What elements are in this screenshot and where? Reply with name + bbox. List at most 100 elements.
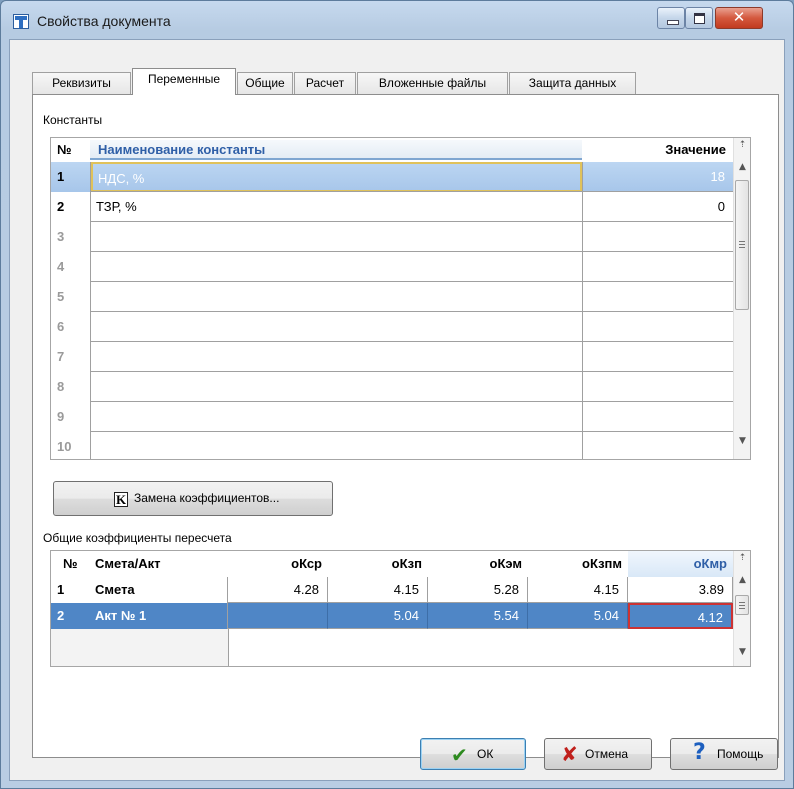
- row-number: 2: [57, 199, 65, 214]
- scroll-down-icon[interactable]: ▼: [734, 647, 750, 657]
- minimize-button[interactable]: [657, 7, 685, 29]
- constant-value-cell[interactable]: [583, 222, 733, 252]
- constant-name-cell[interactable]: [91, 282, 582, 312]
- constant-name-cell[interactable]: НДС, %: [91, 162, 582, 192]
- coefficient-value-cell[interactable]: [228, 603, 328, 629]
- col-header-smeta-akt[interactable]: Смета/Акт: [89, 551, 228, 577]
- col-header-okzpm[interactable]: оКзпм: [528, 551, 628, 577]
- close-button[interactable]: ✕: [715, 7, 763, 29]
- constant-name-cell[interactable]: ТЗР, %: [91, 192, 582, 222]
- coefficient-value-cell[interactable]: 5.04: [328, 603, 428, 629]
- constant-value-cell[interactable]: [583, 372, 733, 402]
- coefficient-value-cell[interactable]: 5.54: [428, 603, 528, 629]
- estimate-name-cell[interactable]: Акт № 1: [89, 603, 228, 629]
- tab-zashchita-dannyh[interactable]: Защита данных: [509, 72, 636, 94]
- col-header-name[interactable]: Наименование константы: [90, 140, 582, 160]
- row-number: 8: [57, 379, 65, 394]
- constants-vscrollbar[interactable]: ⇡ ▲ ▼: [733, 138, 750, 459]
- coefficient-value-cell[interactable]: 5.04: [528, 603, 628, 629]
- tab-obshchie[interactable]: Общие: [237, 72, 293, 94]
- constant-value-cell[interactable]: [583, 252, 733, 282]
- col-header-okzp[interactable]: оКзп: [328, 551, 428, 577]
- col-header-value[interactable]: Значение: [582, 142, 732, 162]
- tab-panel-peremennye: Константы № Наименование константы Значе…: [32, 94, 779, 758]
- col-header-okem[interactable]: оКэм: [428, 551, 528, 577]
- constants-row[interactable]: 2 ТЗР, % 0: [51, 192, 733, 222]
- constants-group-label: Константы: [43, 113, 103, 127]
- constant-value-cell[interactable]: 18: [583, 162, 733, 192]
- constant-value-cell[interactable]: [583, 432, 733, 459]
- cancel-x-icon: ✘: [561, 742, 578, 766]
- coefficient-value-cell[interactable]: 4.12: [628, 603, 733, 629]
- title-bar[interactable]: Свойства документа ✕: [1, 1, 793, 39]
- scroll-down-icon[interactable]: ▼: [734, 436, 750, 446]
- replace-coefficients-label: Замена коэффициентов...: [134, 491, 280, 505]
- constants-grid[interactable]: № Наименование константы Значение 1 НДС, …: [50, 137, 751, 460]
- constants-row[interactable]: 4: [51, 252, 733, 282]
- coefficients-row[interactable]: 2 Акт № 1 5.04 5.54 5.04 4.12: [51, 603, 733, 629]
- row-number: 7: [57, 349, 65, 364]
- replace-coefficients-button[interactable]: K Замена коэффициентов...: [53, 481, 333, 516]
- constants-row[interactable]: 7: [51, 342, 733, 372]
- scroll-up-icon[interactable]: ▲: [734, 575, 750, 585]
- coefficients-group-label: Общие коэффициенты пересчета: [43, 531, 232, 545]
- constant-name-cell[interactable]: [91, 312, 582, 342]
- row-number: 1: [57, 582, 65, 597]
- coefficients-scroll-thumb[interactable]: [735, 595, 749, 615]
- coefficient-value-cell[interactable]: 4.28: [228, 577, 328, 603]
- close-icon: ✕: [732, 8, 746, 26]
- col-header-num[interactable]: №: [57, 142, 87, 162]
- constants-row[interactable]: 10: [51, 432, 733, 459]
- constant-value-cell[interactable]: [583, 282, 733, 312]
- col-header-okcr[interactable]: оКср: [228, 551, 328, 577]
- col-header-okmr[interactable]: оКмр: [628, 551, 733, 577]
- row-number: 3: [57, 229, 65, 244]
- constants-row[interactable]: 9: [51, 402, 733, 432]
- ok-button[interactable]: ✔ ОК: [420, 738, 526, 770]
- constants-scroll-thumb[interactable]: [735, 180, 749, 310]
- constants-row[interactable]: 3: [51, 222, 733, 252]
- constant-name-cell[interactable]: [91, 432, 582, 459]
- minimize-icon: [667, 20, 679, 25]
- constant-name-cell[interactable]: [91, 222, 582, 252]
- maximize-icon: [694, 13, 705, 24]
- constant-name-cell[interactable]: [91, 252, 582, 282]
- row-number: 4: [57, 259, 65, 274]
- tab-raschet[interactable]: Расчет: [294, 72, 356, 94]
- coefficients-vscrollbar[interactable]: ⇡ ▲ ▼: [733, 551, 750, 666]
- cancel-label: Отмена: [585, 747, 629, 761]
- coefficient-value-cell[interactable]: 4.15: [528, 577, 628, 603]
- coefficients-grid[interactable]: № Смета/Акт оКср оКзп оКэм оКзпм оКмр 1 Смета 4.…: [50, 550, 751, 667]
- coefficient-value-cell[interactable]: 5.28: [428, 577, 528, 603]
- constant-name-cell[interactable]: [91, 342, 582, 372]
- row-number: 6: [57, 319, 65, 334]
- constants-row[interactable]: 1 НДС, % 18: [51, 162, 733, 192]
- scroll-top-icon[interactable]: ⇡: [734, 553, 750, 563]
- constant-name-cell[interactable]: [91, 402, 582, 432]
- tab-peremennye[interactable]: Переменные: [132, 68, 236, 95]
- coefficient-value-cell[interactable]: 4.15: [328, 577, 428, 603]
- scroll-up-icon[interactable]: ▲: [734, 162, 750, 172]
- col-header-num[interactable]: №: [57, 551, 87, 577]
- window-title: Свойства документа: [37, 13, 171, 29]
- help-question-icon: ?: [693, 740, 706, 765]
- constant-value-cell[interactable]: 0: [583, 192, 733, 222]
- constant-name-cell[interactable]: [91, 372, 582, 402]
- tab-vlozhennye-faily[interactable]: Вложенные файлы: [357, 72, 508, 94]
- estimate-name-cell[interactable]: Смета: [89, 577, 228, 603]
- coefficient-value-cell[interactable]: 3.89: [628, 577, 733, 603]
- constant-value-cell[interactable]: [583, 402, 733, 432]
- ok-label: ОК: [477, 747, 494, 761]
- tab-rekvizity[interactable]: Реквизиты: [32, 72, 131, 94]
- constants-row[interactable]: 8: [51, 372, 733, 402]
- scroll-top-icon[interactable]: ⇡: [734, 140, 750, 150]
- coefficients-row[interactable]: 1 Смета 4.28 4.15 5.28 4.15 3.89: [51, 577, 733, 603]
- constants-row[interactable]: 5: [51, 282, 733, 312]
- help-button[interactable]: ? Помощь: [670, 738, 778, 770]
- cancel-button[interactable]: ✘ Отмена: [544, 738, 652, 770]
- dialog-client-area: Реквизиты Переменные Общие Расчет Вложен…: [9, 39, 785, 781]
- maximize-button[interactable]: [685, 7, 713, 29]
- constants-row[interactable]: 6: [51, 312, 733, 342]
- constant-value-cell[interactable]: [583, 312, 733, 342]
- constant-value-cell[interactable]: [583, 342, 733, 372]
